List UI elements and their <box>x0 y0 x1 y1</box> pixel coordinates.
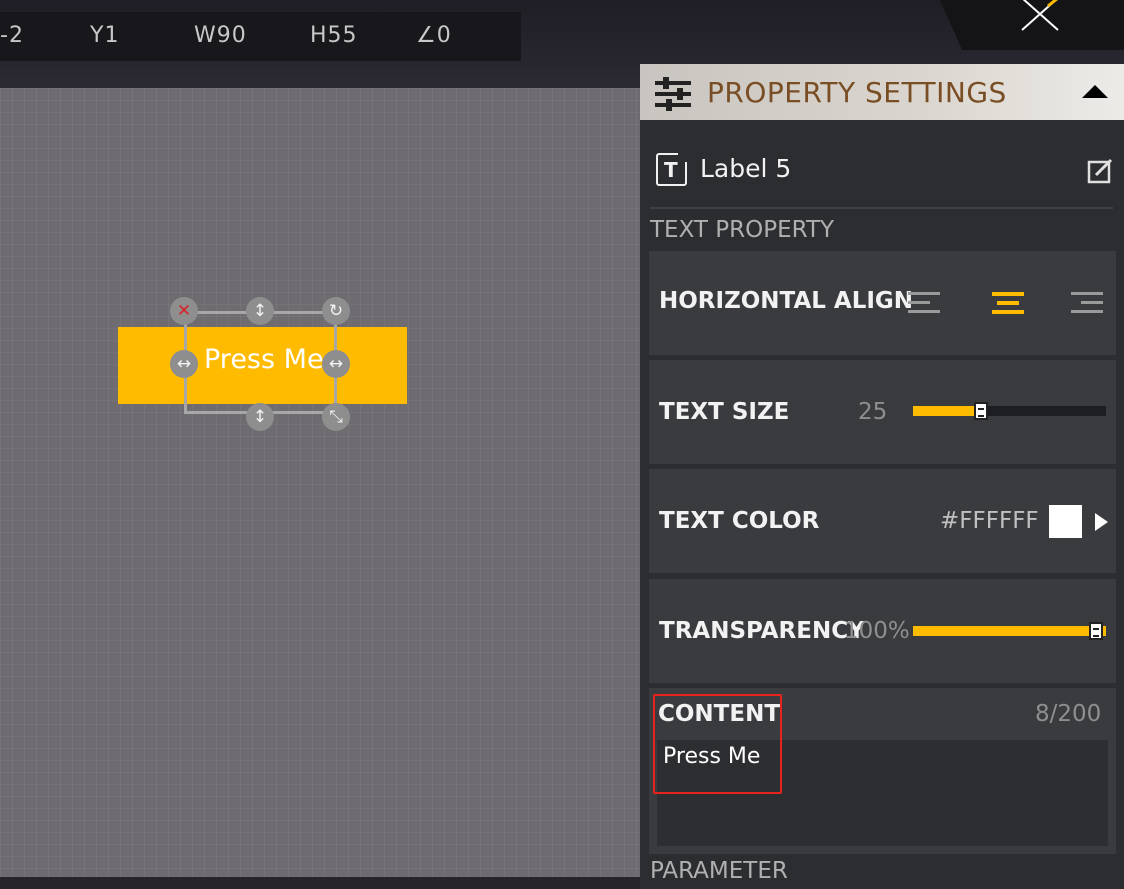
design-canvas[interactable] <box>0 88 640 889</box>
resize-vertical-handle-icon[interactable]: ↕ <box>246 297 274 325</box>
canvas-bottom-edge <box>0 877 640 889</box>
text-size-slider-fill <box>913 406 981 416</box>
text-color-value: #FFFFFF <box>940 508 1039 534</box>
sliders-icon <box>655 77 691 111</box>
text-size-label: TEXT SIZE <box>659 399 790 425</box>
highlight-box <box>653 694 782 794</box>
transparency-label: TRANSPARENCY <box>659 618 865 644</box>
close-icon[interactable] <box>1018 0 1062 36</box>
text-color-label: TEXT COLOR <box>659 508 820 534</box>
delete-handle-icon[interactable]: ✕ <box>170 297 198 325</box>
color-swatch[interactable] <box>1049 505 1082 538</box>
triangle-up-icon[interactable] <box>1082 85 1108 98</box>
rotate-handle-icon[interactable]: ↻ <box>322 297 350 325</box>
transparency-slider-fill <box>913 626 1106 636</box>
selected-element-name: Label 5 <box>700 154 792 183</box>
text-size-slider-thumb[interactable] <box>974 402 988 420</box>
section-title-parameter: PARAMETER <box>650 858 788 884</box>
transparency-value: 100% <box>844 618 910 644</box>
angle-readout: ∠0 <box>416 23 452 48</box>
y-readout: Y1 <box>90 23 120 48</box>
transparency-slider-thumb[interactable] <box>1089 622 1103 640</box>
transform-readout: -2 Y1 W90 H55 ∠0 <box>0 12 521 61</box>
scale-handle-icon[interactable]: ⤡ <box>322 403 350 431</box>
edit-icon[interactable] <box>1086 157 1114 185</box>
resize-horizontal-handle-icon[interactable]: ↔ <box>170 350 198 378</box>
selection-box <box>184 311 337 414</box>
align-right-icon[interactable] <box>1071 291 1103 315</box>
section-title-text-property: TEXT PROPERTY <box>650 217 835 243</box>
resize-horizontal-handle-icon[interactable]: ↔ <box>322 350 350 378</box>
align-left-icon[interactable] <box>908 291 940 315</box>
content-char-count: 8/200 <box>1035 701 1102 727</box>
horizontal-align-label: HORIZONTAL ALIGN <box>659 288 914 314</box>
divider <box>650 207 1113 209</box>
resize-vertical-handle-icon[interactable]: ↕ <box>246 403 274 431</box>
text-box-icon: T <box>656 153 687 186</box>
panel-title: PROPERTY SETTINGS <box>707 76 1007 109</box>
text-size-value: 25 <box>858 399 888 425</box>
width-readout: W90 <box>194 23 247 48</box>
height-readout: H55 <box>310 23 358 48</box>
align-center-icon[interactable] <box>992 291 1024 315</box>
expand-arrow-icon[interactable] <box>1095 513 1108 531</box>
x-readout: -2 <box>0 23 24 48</box>
